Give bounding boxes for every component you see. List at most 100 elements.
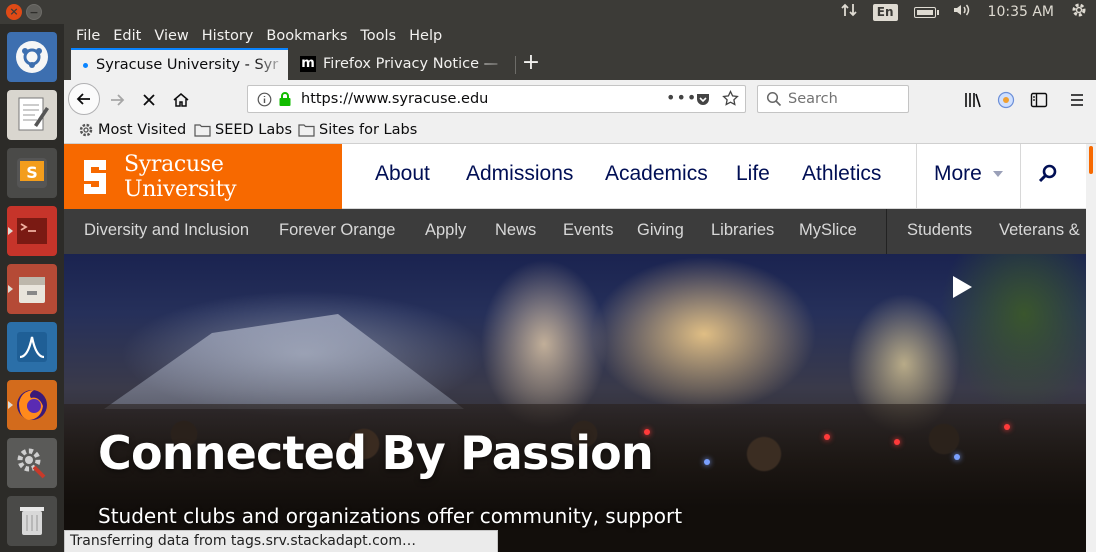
keyboard-language-indicator[interactable]: En — [872, 3, 898, 21]
library-button[interactable] — [962, 89, 984, 111]
trash-icon[interactable] — [7, 496, 57, 546]
menu-bar: File Edit View History Bookmarks Tools H… — [64, 24, 1096, 48]
folder-icon — [298, 124, 315, 137]
hero-video[interactable]: Connected By Passion Student clubs and o… — [64, 254, 1086, 552]
menu-tools[interactable]: Tools — [360, 28, 396, 44]
site-search-icon[interactable] — [1037, 163, 1059, 189]
bookmark-star-icon[interactable] — [722, 89, 739, 111]
ubuntu-icon[interactable] — [7, 32, 57, 82]
home-icon — [173, 93, 189, 107]
menu-view[interactable]: View — [154, 28, 188, 44]
back-arrow-icon — [76, 93, 90, 105]
gear-icon — [79, 123, 93, 137]
forward-arrow-icon — [111, 94, 125, 106]
wireshark-icon[interactable] — [7, 322, 57, 372]
nav-athletics[interactable]: Athletics — [802, 162, 881, 186]
subnav-giving[interactable]: Giving — [637, 221, 684, 240]
subnav-divider — [886, 209, 887, 254]
window-close-button[interactable]: × — [6, 4, 22, 20]
back-button[interactable] — [68, 83, 100, 115]
system-gear-icon[interactable] — [1070, 1, 1088, 23]
text-editor-icon[interactable] — [7, 90, 57, 140]
mozilla-m-icon: m — [300, 56, 316, 72]
terminal-icon[interactable] — [7, 206, 57, 256]
menu-bookmarks[interactable]: Bookmarks — [266, 28, 347, 44]
subnav-apply[interactable]: Apply — [425, 221, 466, 240]
tab-separator — [515, 56, 516, 74]
sidebar-button[interactable] — [1028, 89, 1050, 111]
window-minimize-button[interactable]: − — [26, 4, 42, 20]
nav-life[interactable]: Life — [736, 162, 770, 186]
subnav-myslice[interactable]: MySlice — [799, 221, 857, 240]
chevron-down-icon — [993, 171, 1003, 177]
tab-title: Syracuse University - Syr — [96, 57, 279, 73]
subnav-veterans[interactable]: Veterans & — [999, 221, 1080, 240]
nav-about[interactable]: About — [375, 162, 430, 186]
url-bar[interactable]: https://www.syracuse.edu ••• — [247, 85, 746, 113]
search-icon — [766, 91, 782, 111]
subnav-students[interactable]: Students — [907, 221, 972, 240]
hero-title: Connected By Passion — [98, 426, 654, 480]
settings-icon[interactable] — [7, 438, 57, 488]
file-manager-icon[interactable] — [7, 264, 57, 314]
bookmark-label: Sites for Labs — [319, 122, 418, 138]
network-transfer-icon[interactable] — [841, 2, 857, 22]
forward-button[interactable] — [106, 89, 128, 111]
tab-firefox-privacy[interactable]: m Firefox Privacy Notice — — [290, 48, 514, 80]
bookmark-label: SEED Labs — [215, 122, 293, 138]
pocket-icon[interactable] — [695, 91, 711, 111]
light-dot — [894, 439, 900, 445]
bookmark-seed-labs[interactable]: SEED Labs — [194, 122, 292, 138]
search-placeholder: Search — [788, 91, 838, 107]
more-label: More — [934, 162, 982, 185]
subnav-forever-orange[interactable]: Forever Orange — [279, 221, 395, 240]
subnav-libraries[interactable]: Libraries — [711, 221, 774, 240]
library-icon — [965, 93, 981, 108]
tab-title: Firefox Privacy Notice — — [323, 56, 499, 72]
page-actions-icon[interactable]: ••• — [666, 88, 697, 107]
subnav-news[interactable]: News — [495, 221, 536, 240]
extension-button[interactable] — [995, 89, 1017, 111]
syracuse-logo-link[interactable]: Syracuse University — [64, 144, 342, 209]
new-tab-button[interactable]: + — [520, 48, 542, 80]
site-info-icon[interactable] — [257, 92, 272, 111]
folder-icon — [194, 124, 211, 137]
menu-edit[interactable]: Edit — [113, 28, 141, 44]
tab-syracuse[interactable]: Syracuse University - Syr — [71, 48, 288, 80]
home-button[interactable] — [170, 89, 192, 111]
unity-launcher: S — [0, 24, 64, 552]
play-icon[interactable] — [953, 276, 972, 298]
secondary-navigation: Diversity and Inclusion Forever Orange A… — [64, 209, 1086, 254]
light-dot — [954, 454, 960, 460]
bookmark-most-visited[interactable]: Most Visited — [78, 122, 186, 138]
bookmark-label: Most Visited — [98, 122, 187, 138]
secure-lock-icon[interactable] — [278, 91, 292, 111]
light-dot — [824, 434, 830, 440]
stop-x-icon — [143, 94, 155, 106]
battery-icon[interactable] — [913, 6, 939, 18]
volume-icon[interactable] — [952, 2, 972, 22]
firefox-icon[interactable] — [7, 380, 57, 430]
search-bar[interactable]: Search — [757, 85, 909, 113]
stop-button[interactable] — [138, 89, 160, 111]
menu-help[interactable]: Help — [409, 28, 442, 44]
nav-academics[interactable]: Academics — [605, 162, 708, 186]
extension-globe-icon — [997, 91, 1015, 109]
clock[interactable]: 10:35 AM — [988, 4, 1054, 20]
loading-dot-icon — [83, 62, 88, 68]
url-text[interactable]: https://www.syracuse.edu — [301, 91, 488, 107]
subnav-diversity[interactable]: Diversity and Inclusion — [84, 221, 249, 240]
subnav-events[interactable]: Events — [563, 221, 613, 240]
sublime-icon[interactable]: S — [7, 148, 57, 198]
hero-subtitle: Student clubs and organizations offer co… — [98, 504, 683, 528]
open-menu-button[interactable] — [1066, 89, 1088, 111]
page-scrollbar[interactable] — [1086, 144, 1096, 552]
firefox-window: File Edit View History Bookmarks Tools H… — [64, 24, 1096, 552]
tab-strip: Syracuse University - Syr m Firefox Priv… — [64, 48, 1096, 80]
bookmark-sites-for-labs[interactable]: Sites for Labs — [298, 122, 417, 138]
logo-wordmark: Syracuse University — [124, 151, 237, 202]
nav-more-button[interactable]: More — [916, 144, 1021, 208]
menu-file[interactable]: File — [76, 28, 100, 44]
nav-admissions[interactable]: Admissions — [466, 162, 573, 186]
menu-history[interactable]: History — [202, 28, 254, 44]
